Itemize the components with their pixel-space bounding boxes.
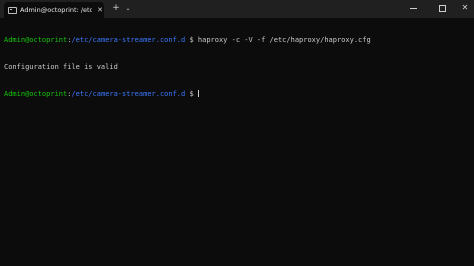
new-tab-icon[interactable]: + xyxy=(111,3,121,14)
output-line: Configuration file is valid xyxy=(4,63,118,71)
prompt-path: /etc/camera-streamer.conf.d xyxy=(71,90,186,98)
minimize-icon[interactable] xyxy=(410,8,417,9)
prompt-symbol: $ xyxy=(189,36,194,44)
command-line: Admin@octoprint:/etc/camera-streamer.con… xyxy=(4,36,470,45)
prompt-user: Admin@octoprint xyxy=(4,90,68,98)
command-text: haproxy -c -V -f /etc/haproxy/haproxy.cf… xyxy=(197,36,371,44)
prompt-path: /etc/camera-streamer.conf.d xyxy=(71,36,186,44)
prompt-line: Admin@octoprint:/etc/camera-streamer.con… xyxy=(4,90,470,99)
terminal-window: Admin@octoprint: /etc/came ✕ + ⌄ ✕ Admin… xyxy=(0,0,474,266)
prompt-user: Admin@octoprint xyxy=(4,36,68,44)
terminal-icon xyxy=(8,7,17,14)
title-bar: Admin@octoprint: /etc/came ✕ + ⌄ ✕ xyxy=(0,0,474,18)
prompt-symbol: $ xyxy=(189,90,194,98)
terminal-tab[interactable]: Admin@octoprint: /etc/came ✕ xyxy=(4,2,104,18)
cursor xyxy=(197,90,199,97)
tab-title: Admin@octoprint: /etc/came xyxy=(20,6,92,14)
tab-close-icon[interactable]: ✕ xyxy=(96,5,104,16)
maximize-icon[interactable] xyxy=(439,5,446,12)
chevron-down-icon[interactable]: ⌄ xyxy=(123,3,133,14)
terminal-output[interactable]: Admin@octoprint:/etc/camera-streamer.con… xyxy=(4,18,470,262)
close-icon[interactable]: ✕ xyxy=(460,2,470,14)
